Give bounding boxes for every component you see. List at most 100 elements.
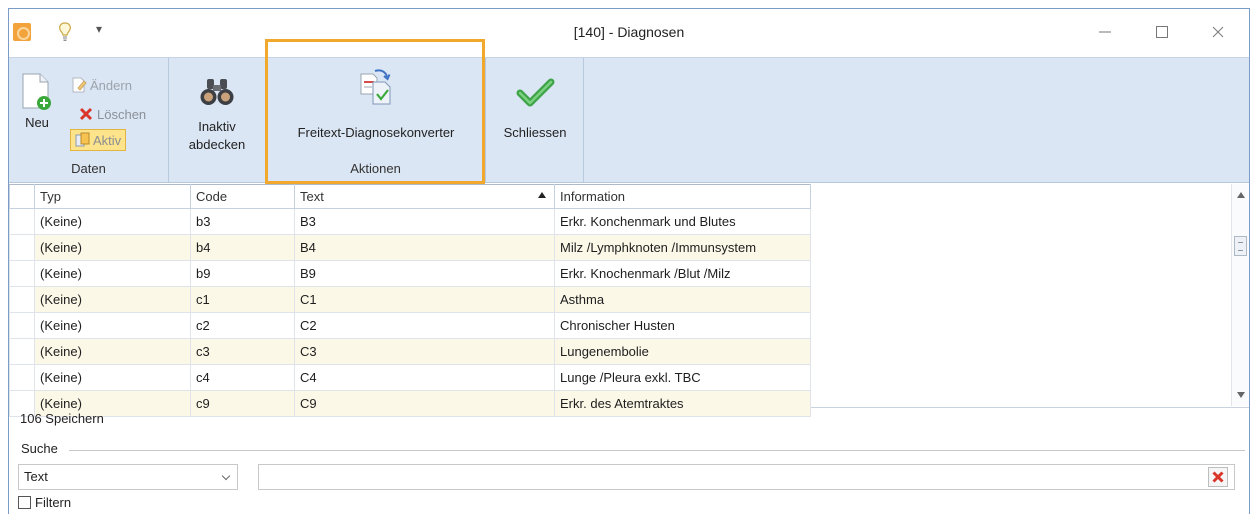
- filter-label: Filtern: [35, 495, 72, 510]
- cell-information[interactable]: Chronischer Husten: [554, 312, 811, 339]
- cell-code[interactable]: c1: [190, 286, 295, 313]
- row-selector[interactable]: [9, 208, 35, 235]
- filter-checkbox[interactable]: [18, 496, 31, 509]
- record-count-status: 106 Speichern: [20, 411, 104, 426]
- column-header-information[interactable]: Information: [554, 184, 811, 209]
- row-selector-header[interactable]: [9, 184, 35, 209]
- table-row[interactable]: (Keine) c9 C9 Erkr. des Atemtraktes: [9, 390, 811, 417]
- cell-typ[interactable]: (Keine): [34, 234, 191, 261]
- diagnosen-grid: Typ Code Text Information (Keine) b3 B3 Erk…: [9, 184, 1249, 417]
- loeschen-button[interactable]: Löschen: [79, 103, 146, 125]
- filter-option[interactable]: Filtern: [18, 495, 71, 510]
- table-row[interactable]: (Keine) b9 B9 Erkr. Knochenmark /Blut /Milz: [9, 260, 811, 287]
- daten-group-label: Daten: [71, 161, 106, 176]
- active-document-icon: [75, 132, 90, 147]
- cell-information[interactable]: Erkr. des Atemtraktes: [554, 390, 811, 417]
- binoculars-icon: [200, 79, 234, 105]
- row-selector[interactable]: [9, 338, 35, 365]
- table-row[interactable]: (Keine) c1 C1 Asthma: [9, 286, 811, 313]
- row-selector[interactable]: [9, 286, 35, 313]
- cell-typ[interactable]: (Keine): [34, 312, 191, 339]
- cell-text[interactable]: C2: [294, 312, 555, 339]
- cell-text[interactable]: C1: [294, 286, 555, 313]
- cell-typ[interactable]: (Keine): [34, 286, 191, 313]
- window-title: [140] - Diagnosen: [573, 24, 685, 40]
- clear-icon: [1212, 471, 1224, 483]
- cell-information[interactable]: Lunge /Pleura exkl. TBC: [554, 364, 811, 391]
- cell-text[interactable]: C9: [294, 390, 555, 417]
- neu-button[interactable]: Neu: [19, 72, 55, 132]
- cell-text[interactable]: B9: [294, 260, 555, 287]
- chevron-down-icon: [221, 471, 231, 481]
- schliessen-button[interactable]: Schliessen: [491, 78, 579, 142]
- cell-typ[interactable]: (Keine): [34, 260, 191, 287]
- search-group-label: Suche: [21, 441, 62, 456]
- column-header-text-label: Text: [300, 189, 324, 204]
- table-row[interactable]: (Keine) c4 C4 Lunge /Pleura exkl. TBC: [9, 364, 811, 391]
- cell-code[interactable]: c9: [190, 390, 295, 417]
- aendern-button[interactable]: Ändern: [71, 74, 132, 96]
- table-row[interactable]: (Keine) b3 B3 Erkr. Konchenmark und Blutes: [9, 208, 811, 235]
- minimize-button[interactable]: [1090, 21, 1120, 43]
- aendern-label: Ändern: [90, 77, 132, 93]
- loeschen-label: Löschen: [97, 106, 147, 122]
- table-header-row: Typ Code Text Information: [9, 184, 811, 209]
- cell-text[interactable]: B4: [294, 234, 555, 261]
- scroll-down-icon[interactable]: [1237, 392, 1245, 398]
- vertical-scrollbar[interactable]: [1231, 184, 1249, 406]
- search-divider: [69, 450, 1245, 451]
- title-bar: ▾ [140] - Diagnosen: [9, 9, 1249, 57]
- new-document-icon: [22, 73, 51, 110]
- column-header-code[interactable]: Code: [190, 184, 295, 209]
- freitext-label: Freitext-Diagnosekonverter: [297, 125, 455, 140]
- cell-code[interactable]: c3: [190, 338, 295, 365]
- close-icon: [1212, 26, 1224, 38]
- search-input[interactable]: [258, 464, 1235, 490]
- inaktiv-label-line1: Inaktiv: [198, 119, 236, 134]
- cell-information[interactable]: Erkr. Knochenmark /Blut /Milz: [554, 260, 811, 287]
- search-field-select[interactable]: Text: [18, 464, 238, 490]
- edit-document-icon: [72, 77, 87, 93]
- cell-text[interactable]: C4: [294, 364, 555, 391]
- cell-typ[interactable]: (Keine): [34, 208, 191, 235]
- clear-search-button[interactable]: [1208, 467, 1228, 487]
- column-header-typ[interactable]: Typ: [34, 184, 191, 209]
- inaktiv-abdecken-button[interactable]: Inaktiv abdecken: [181, 76, 253, 154]
- cell-text[interactable]: C3: [294, 338, 555, 365]
- cell-information[interactable]: Erkr. Konchenmark und Blutes: [554, 208, 811, 235]
- cell-information[interactable]: Milz /Lymphknoten /Immunsystem: [554, 234, 811, 261]
- row-selector[interactable]: [9, 234, 35, 261]
- row-selector[interactable]: [9, 364, 35, 391]
- cell-information[interactable]: Asthma: [554, 286, 811, 313]
- cell-code[interactable]: c2: [190, 312, 295, 339]
- cell-text[interactable]: B3: [294, 208, 555, 235]
- ribbon-group-schliessen: Schliessen: [486, 58, 584, 182]
- cell-typ[interactable]: (Keine): [34, 338, 191, 365]
- aktiv-toggle-button[interactable]: Aktiv: [70, 129, 127, 151]
- column-header-text[interactable]: Text: [294, 184, 555, 209]
- scroll-up-icon[interactable]: [1237, 192, 1245, 198]
- close-window-button[interactable]: [1203, 21, 1233, 43]
- minimize-icon: [1099, 31, 1111, 33]
- search-field-value: Text: [24, 469, 48, 484]
- cell-code[interactable]: b9: [190, 260, 295, 287]
- sort-ascending-icon: [538, 192, 546, 198]
- diagnosen-window: ▾ [140] - Diagnosen Neu Ändern Löschen A…: [8, 8, 1250, 514]
- cell-code[interactable]: b3: [190, 208, 295, 235]
- cell-code[interactable]: c4: [190, 364, 295, 391]
- document-converter-icon: [360, 69, 391, 105]
- row-selector[interactable]: [9, 312, 35, 339]
- cell-code[interactable]: b4: [190, 234, 295, 261]
- delete-icon: [79, 107, 93, 121]
- table-row[interactable]: (Keine) c3 C3 Lungenembolie: [9, 338, 811, 365]
- maximize-button[interactable]: [1147, 21, 1177, 43]
- row-selector[interactable]: [9, 260, 35, 287]
- schliessen-label: Schliessen: [503, 125, 567, 140]
- table-row[interactable]: (Keine) c2 C2 Chronischer Husten: [9, 312, 811, 339]
- freitext-diagnosekonverter-button[interactable]: Freitext-Diagnosekonverter: [276, 68, 476, 142]
- diagnosen-table: Typ Code Text Information (Keine) b3 B3 Erk…: [9, 184, 811, 417]
- table-row[interactable]: (Keine) b4 B4 Milz /Lymphknoten /Immunsyste…: [9, 234, 811, 261]
- cell-typ[interactable]: (Keine): [34, 364, 191, 391]
- cell-information[interactable]: Lungenembolie: [554, 338, 811, 365]
- scrollbar-thumb[interactable]: [1234, 236, 1247, 256]
